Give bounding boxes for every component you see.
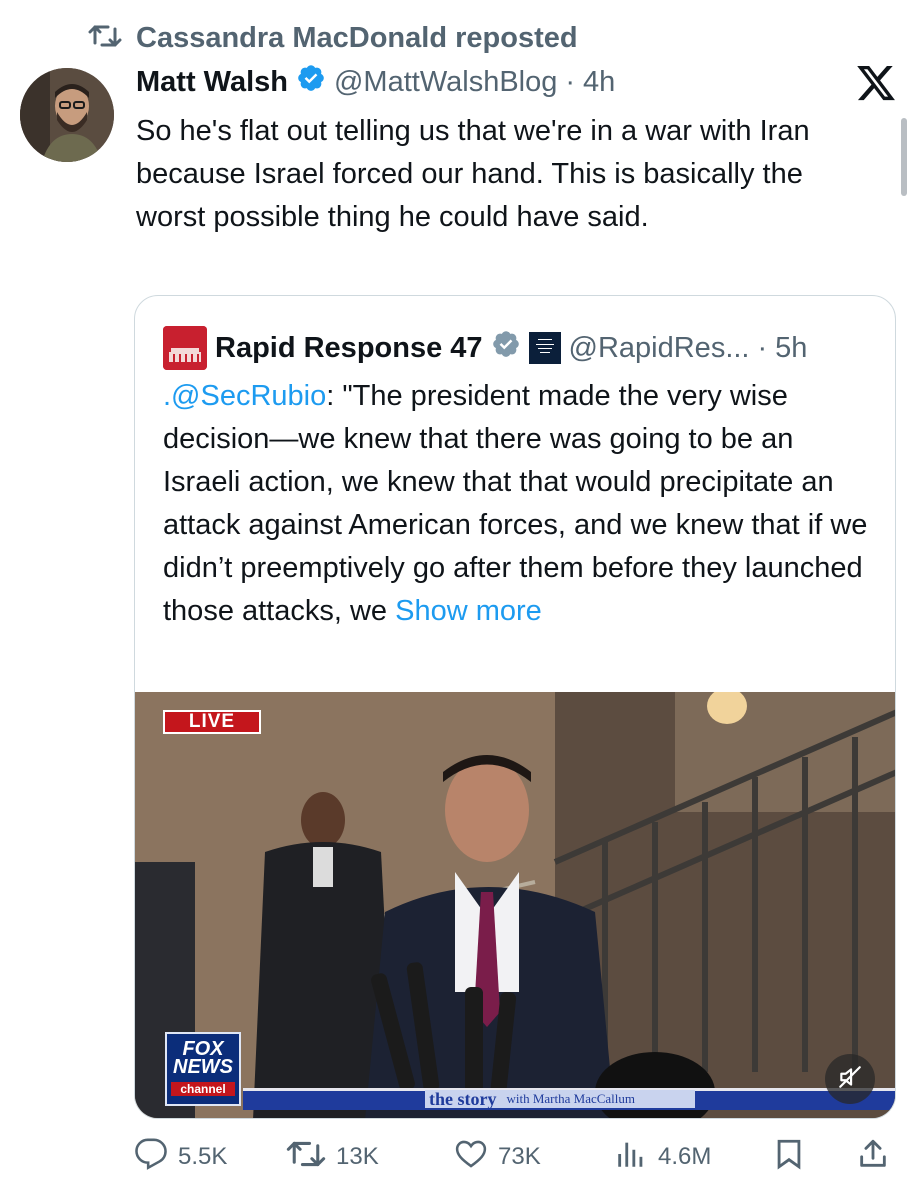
quote-author-handle[interactable]: @RapidRes... [569, 332, 750, 365]
quote-body-text: : "The president made the very wise deci… [163, 380, 868, 627]
author-name[interactable]: Matt Walsh [136, 66, 288, 99]
reply-icon [134, 1137, 168, 1178]
live-badge: LIVE [163, 710, 261, 734]
views-button[interactable]: 4.6M [614, 1132, 711, 1182]
verified-badge-gray-icon [491, 329, 521, 367]
quoted-tweet-card[interactable]: Rapid Response 47 @RapidRes... · 5h .@Se… [134, 295, 896, 1119]
mention-link[interactable]: .@SecRubio [163, 380, 326, 412]
rapid-response-logo-icon[interactable] [163, 326, 207, 370]
repost-label: Cassandra MacDonald reposted [136, 21, 578, 54]
quote-text: .@SecRubio: "The president made the very… [163, 375, 878, 633]
network-line-2: NEWS [173, 1056, 233, 1078]
show-title: the story [429, 1088, 497, 1109]
show-more-link[interactable]: Show more [395, 595, 542, 627]
like-button[interactable]: 73K [454, 1132, 541, 1182]
repost-indicator[interactable]: Cassandra MacDonald reposted [88, 18, 578, 58]
avatar[interactable] [20, 68, 114, 162]
scrollbar[interactable] [901, 118, 907, 196]
tweet-time[interactable]: 4h [583, 66, 615, 99]
quote-header: Rapid Response 47 @RapidRes... · 5h [163, 326, 807, 370]
show-host: with Martha MacCallum [506, 1091, 636, 1106]
reply-count: 5.5K [178, 1143, 228, 1170]
mute-icon [837, 1064, 863, 1095]
video-player[interactable]: LIVE FOX NEWS channel the story with Mar… [135, 692, 895, 1118]
reply-button[interactable]: 5.5K [134, 1132, 227, 1182]
verified-badge-icon [296, 63, 326, 101]
repost-count: 13K [336, 1143, 379, 1170]
x-logo-icon[interactable] [855, 62, 897, 104]
quote-time[interactable]: 5h [775, 332, 807, 365]
like-count: 73K [498, 1143, 541, 1170]
share-button[interactable] [856, 1132, 890, 1182]
repost-button[interactable]: 13K [286, 1132, 379, 1182]
separator-dot: · [565, 65, 576, 98]
mute-button[interactable] [825, 1054, 875, 1104]
repost-icon [286, 1137, 326, 1178]
action-bar: 5.5K 13K 73K 4.6M [0, 1132, 915, 1182]
share-icon [856, 1137, 890, 1178]
bookmark-button[interactable] [772, 1132, 806, 1182]
tweet-header: Matt Walsh @MattWalshBlog · 4h [136, 60, 615, 104]
tweet-text: So he's flat out telling us that we're i… [136, 115, 810, 233]
heart-icon [454, 1137, 488, 1178]
separator-dot: · [757, 331, 768, 364]
show-lower-third: the story with Martha MacCallum [429, 1088, 636, 1109]
network-line-3: channel [171, 1082, 235, 1096]
fox-news-logo: FOX NEWS channel [165, 1032, 241, 1106]
quote-author-name[interactable]: Rapid Response 47 [215, 332, 483, 365]
repost-icon [88, 23, 122, 54]
views-count: 4.6M [658, 1143, 712, 1170]
bookmark-icon [772, 1137, 806, 1178]
white-house-badge-icon[interactable] [528, 332, 561, 364]
author-handle[interactable]: @MattWalshBlog [334, 66, 557, 99]
views-icon [614, 1137, 648, 1178]
live-label: LIVE [188, 711, 236, 732]
